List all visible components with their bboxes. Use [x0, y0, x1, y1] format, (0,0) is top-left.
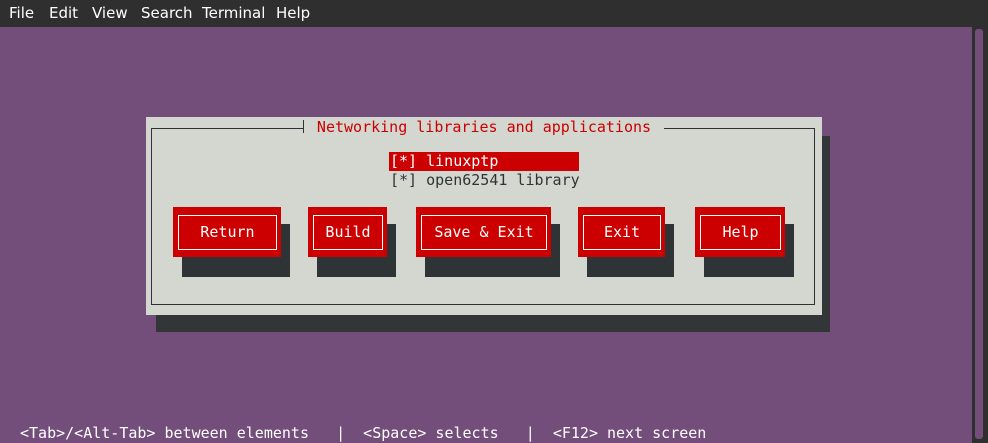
exit-button[interactable]: Exit — [578, 207, 665, 257]
menubar: File Edit View Search Terminal Help — [0, 0, 988, 27]
return-button[interactable]: Return — [173, 207, 281, 257]
help-button-label: Help — [700, 215, 781, 250]
build-button[interactable]: Build — [308, 207, 387, 257]
return-button-label: Return — [178, 215, 277, 250]
exit-button-label: Exit — [583, 215, 661, 250]
checklist: [*] linuxptp [*] open62541 library — [389, 152, 580, 190]
menu-edit[interactable]: Edit — [49, 5, 78, 22]
save-exit-button[interactable]: Save & Exit — [416, 207, 551, 257]
dialog-title: Networking libraries and applications — [304, 118, 664, 137]
checklist-item-open62541[interactable]: [*] open62541 library — [389, 171, 580, 190]
menu-terminal[interactable]: Terminal — [202, 5, 265, 22]
menu-help[interactable]: Help — [276, 5, 310, 22]
save-exit-button-label: Save & Exit — [421, 215, 547, 250]
status-line: <Tab>/<Alt-Tab> between elements | <Spac… — [20, 424, 707, 442]
help-button[interactable]: Help — [695, 207, 785, 257]
checklist-item-linuxptp[interactable]: [*] linuxptp — [389, 152, 579, 171]
menu-search[interactable]: Search — [141, 5, 193, 22]
scrollbar[interactable] — [972, 27, 988, 443]
dialog-window: Networking libraries and applications [*… — [146, 117, 822, 315]
scrollbar-thumb[interactable] — [975, 29, 983, 439]
menu-file[interactable]: File — [9, 5, 34, 22]
menu-view[interactable]: View — [92, 5, 128, 22]
build-button-label: Build — [313, 215, 383, 250]
